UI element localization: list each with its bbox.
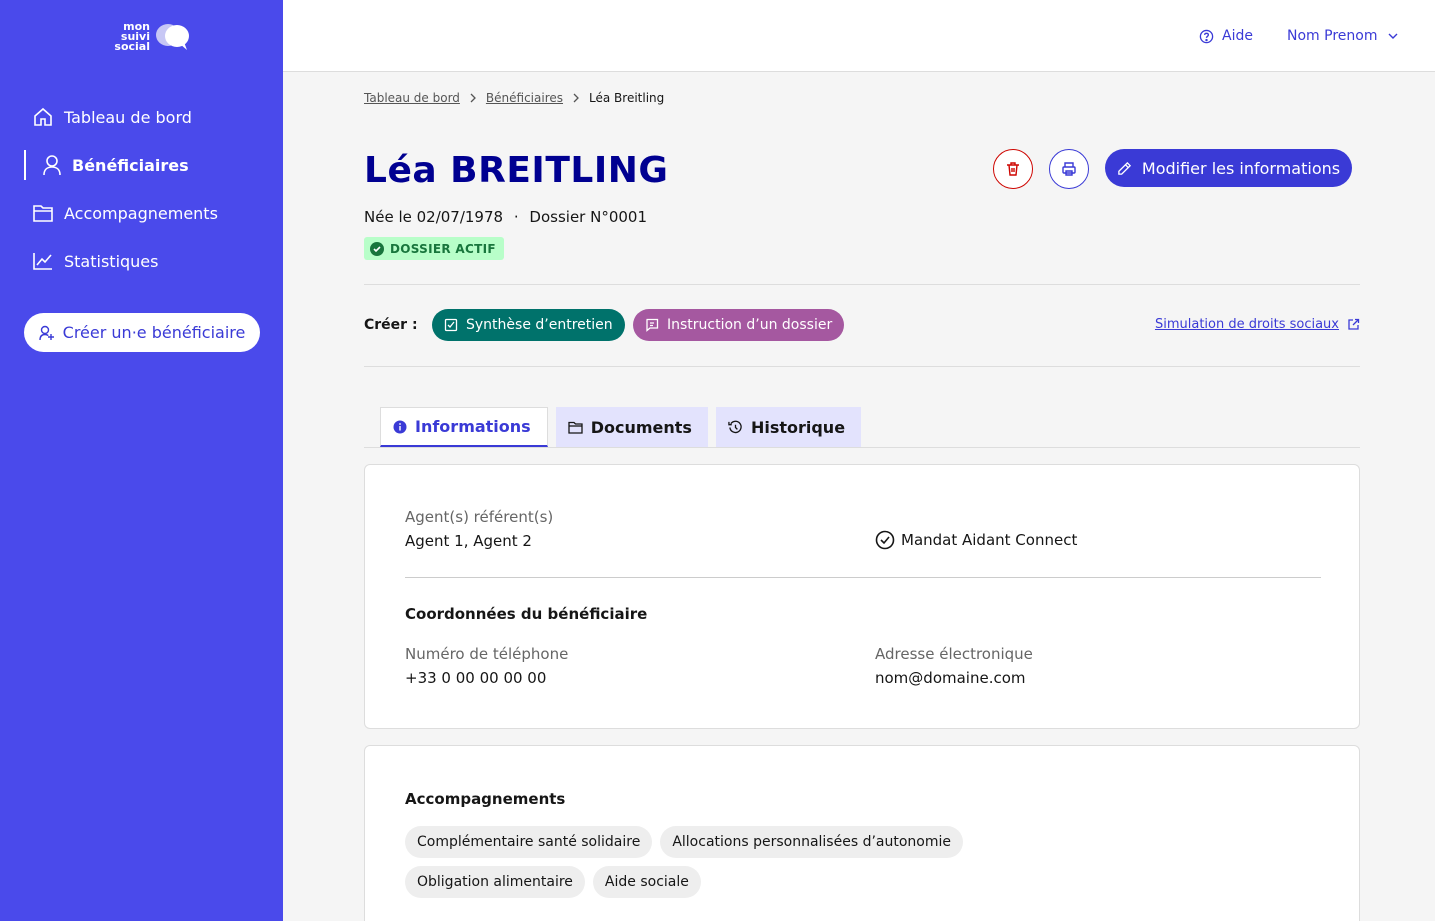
create-row: Créer : Synthèse d’entretien Instruction… xyxy=(364,309,1360,341)
trash-icon xyxy=(1007,162,1019,176)
mandat-label: Mandat Aidant Connect xyxy=(901,531,1078,549)
chevron-right-icon xyxy=(470,93,476,103)
help-label: Aide xyxy=(1222,28,1253,44)
tabs-underline xyxy=(364,447,1360,448)
breadcrumb-current: Léa Breitling xyxy=(589,91,665,105)
speech-bubble-icon xyxy=(156,24,189,50)
pencil-icon xyxy=(1118,161,1131,175)
accompagnements-tags: Complémentaire santé solidaire Allocatio… xyxy=(405,826,1005,898)
folder-icon xyxy=(33,205,53,222)
tag: Aide sociale xyxy=(592,866,701,898)
instruction-label: Instruction d’un dossier xyxy=(667,317,833,333)
external-link-icon xyxy=(1348,318,1360,330)
file-number: Dossier N°0001 xyxy=(529,208,648,226)
simulation-label: Simulation de droits sociaux xyxy=(1154,317,1339,332)
edit-document-icon xyxy=(444,318,458,332)
home-icon xyxy=(34,107,52,126)
sidebar-item-label: Accompagnements xyxy=(64,203,218,223)
chevron-right-icon xyxy=(573,93,579,103)
sidebar-item-statistiques[interactable]: Statistiques xyxy=(24,237,264,285)
sidebar-nav: Tableau de bord Bénéficiaires Accompagne… xyxy=(24,93,264,285)
help-link[interactable]: Aide xyxy=(1199,28,1253,44)
modify-info-label: Modifier les informations xyxy=(1141,158,1341,178)
divider xyxy=(405,577,1321,578)
page-title: Léa BREITLING xyxy=(364,150,669,191)
beneficiary-subtitle: Née le 02/07/1978 · Dossier N°0001 xyxy=(364,208,647,226)
agents-value: Agent 1, Agent 2 xyxy=(405,532,532,550)
modify-info-button[interactable]: Modifier les informations xyxy=(1105,149,1352,187)
email-value: nom@domaine.com xyxy=(875,669,1026,687)
user-icon xyxy=(43,155,61,176)
birth-date: Née le 02/07/1978 xyxy=(364,208,504,226)
phone-value: +33 0 00 00 00 00 xyxy=(405,669,547,687)
sidebar: mon suivi social Tableau de bord Bénéfic… xyxy=(0,0,283,921)
folder-icon xyxy=(568,421,583,434)
app-logo[interactable]: mon suivi social xyxy=(92,20,192,53)
tab-informations[interactable]: Informations xyxy=(380,407,548,447)
accompagnements-card: Accompagnements Complémentaire santé sol… xyxy=(364,745,1360,921)
divider xyxy=(364,284,1360,285)
question-circle-icon xyxy=(1199,29,1214,43)
create-beneficiary-label: Créer un·e bénéficiaire xyxy=(62,323,246,342)
synthese-entretien-button[interactable]: Synthèse d’entretien xyxy=(432,309,625,341)
logo-line1: mon suivi xyxy=(120,20,150,43)
tab-label: Historique xyxy=(750,417,846,437)
create-label: Créer : xyxy=(364,317,418,333)
sidebar-item-accompagnements[interactable]: Accompagnements xyxy=(24,189,264,237)
print-button[interactable] xyxy=(1049,149,1089,189)
email-label: Adresse électronique xyxy=(875,645,1033,663)
breadcrumb-beneficiaires[interactable]: Bénéficiaires xyxy=(486,91,563,105)
check-circle-outline-icon xyxy=(875,530,895,550)
create-beneficiary-button[interactable]: Créer un·e bénéficiaire xyxy=(24,313,260,352)
tag: Complémentaire santé solidaire xyxy=(405,826,653,858)
divider xyxy=(364,366,1360,367)
instruction-dossier-button[interactable]: Instruction d’un dossier xyxy=(633,309,845,341)
simulation-link[interactable]: Simulation de droits sociaux xyxy=(1155,317,1360,332)
tab-documents[interactable]: Documents xyxy=(555,407,708,447)
message-icon xyxy=(646,318,659,332)
info-icon xyxy=(393,420,407,433)
tab-historique[interactable]: Historique xyxy=(715,407,862,447)
mandat-aidant-connect: Mandat Aidant Connect xyxy=(875,530,1077,550)
check-circle-icon xyxy=(370,241,384,256)
agents-label: Agent(s) référent(s) xyxy=(405,508,554,526)
contact-title: Coordonnées du bénéficiaire xyxy=(405,605,648,623)
status-label: DOSSIER ACTIF xyxy=(390,241,496,256)
sidebar-item-beneficiaires[interactable]: Bénéficiaires xyxy=(24,150,264,180)
tab-list: Informations Documents Historique xyxy=(380,407,862,447)
history-icon xyxy=(728,420,742,433)
user-menu[interactable]: Nom Prenom xyxy=(1287,28,1399,44)
tag: Allocations personnalisées d’autonomie xyxy=(660,826,963,858)
top-header: Aide Nom Prenom xyxy=(283,0,1435,72)
phone-label: Numéro de téléphone xyxy=(405,645,569,663)
logo-line2: social xyxy=(114,40,150,53)
chevron-down-icon xyxy=(1388,33,1398,39)
info-card: Agent(s) référent(s) Agent 1, Agent 2 Ma… xyxy=(364,464,1360,729)
user-add-icon xyxy=(38,325,54,340)
printer-icon xyxy=(1062,162,1076,176)
user-name: Nom Prenom xyxy=(1287,28,1378,44)
status-badge: DOSSIER ACTIF xyxy=(364,237,504,260)
tag: Obligation alimentaire xyxy=(405,866,585,898)
sidebar-item-tableau-de-bord[interactable]: Tableau de bord xyxy=(24,93,264,141)
tab-label: Documents xyxy=(590,417,692,437)
separator-dot: · xyxy=(513,208,519,226)
sidebar-item-label: Statistiques xyxy=(64,251,159,271)
tab-label: Informations xyxy=(415,417,531,436)
sidebar-item-label: Tableau de bord xyxy=(64,107,192,127)
synthese-label: Synthèse d’entretien xyxy=(466,317,613,333)
sidebar-item-label: Bénéficiaires xyxy=(72,155,189,175)
breadcrumb-tableau-de-bord[interactable]: Tableau de bord xyxy=(364,91,460,105)
breadcrumb: Tableau de bord Bénéficiaires Léa Breitl… xyxy=(364,91,664,105)
chart-line-icon xyxy=(33,253,52,270)
delete-button[interactable] xyxy=(993,149,1033,189)
accompagnements-title: Accompagnements xyxy=(405,790,566,808)
